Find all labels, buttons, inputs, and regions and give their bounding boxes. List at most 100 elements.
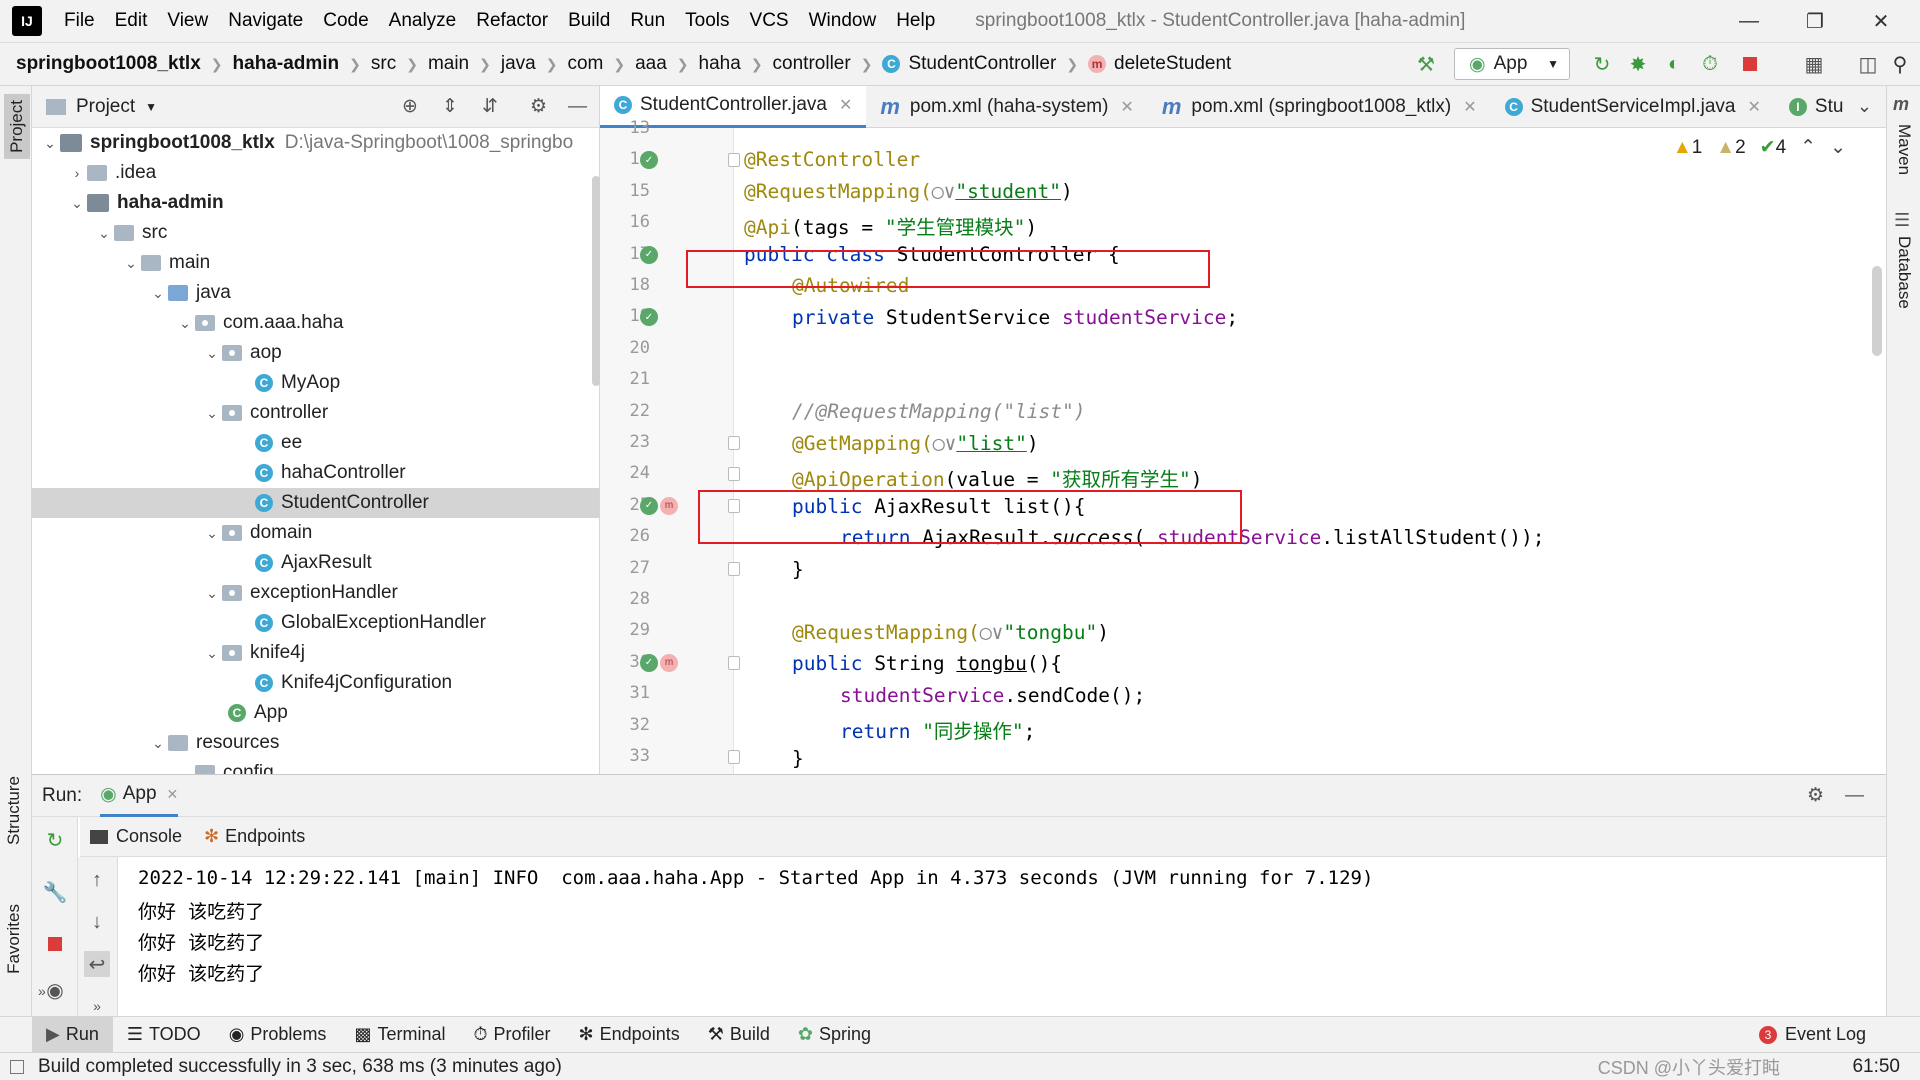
layout-icon[interactable]: ◫ bbox=[1854, 50, 1882, 78]
debug-icon[interactable]: ✸ bbox=[1624, 50, 1652, 78]
menu-tools[interactable]: Tools bbox=[675, 10, 739, 32]
chevron-down-icon[interactable]: ⌄ bbox=[175, 315, 195, 332]
crumb-haha[interactable]: haha bbox=[699, 53, 741, 75]
chevron-down-icon[interactable]: ⌄ bbox=[148, 285, 168, 302]
chevron-down-icon[interactable]: ⌄ bbox=[202, 345, 222, 362]
typo-count[interactable]: ✔4 bbox=[1760, 136, 1787, 159]
wrench-icon[interactable]: 🔧 bbox=[42, 879, 68, 905]
tool-tab-terminal[interactable]: ▩ Terminal bbox=[340, 1017, 459, 1053]
scroll-up-icon[interactable]: ↑ bbox=[84, 867, 110, 893]
chevron-down-icon[interactable]: ⌄ bbox=[148, 735, 168, 752]
tool-tab-todo[interactable]: ☰ TODO bbox=[113, 1017, 215, 1053]
crumb-project[interactable]: springboot1008_ktlx bbox=[16, 53, 201, 75]
menu-window[interactable]: Window bbox=[799, 10, 887, 32]
crumb-aaa[interactable]: aaa bbox=[635, 53, 667, 75]
profile-icon[interactable]: ⏱ bbox=[1696, 50, 1724, 78]
rerun-icon[interactable]: ↻ bbox=[42, 827, 68, 853]
tree-item[interactable]: ⌄ src bbox=[32, 218, 599, 248]
tree-item[interactable]: ⌄ com.aaa.haha bbox=[32, 308, 599, 338]
crumb-controller[interactable]: controller bbox=[773, 53, 851, 75]
crumb-main[interactable]: main bbox=[428, 53, 469, 75]
crumb-module[interactable]: haha-admin bbox=[233, 53, 340, 75]
tree-item[interactable]: ⌄ aop bbox=[32, 338, 599, 368]
tree-item[interactable]: C AjaxResult bbox=[32, 548, 599, 578]
editor-tab[interactable]: m pom.xml (springboot1008_ktlx) ✕ bbox=[1148, 86, 1491, 128]
menu-view[interactable]: View bbox=[157, 10, 218, 32]
menu-help[interactable]: Help bbox=[886, 10, 945, 32]
tab-list-chevron-icon[interactable]: ⌄ bbox=[1857, 96, 1872, 117]
close-tab-icon[interactable]: ✕ bbox=[1120, 97, 1133, 117]
close-tab-icon[interactable]: ✕ bbox=[1747, 97, 1760, 117]
restore-icon[interactable]: ❐ bbox=[1782, 0, 1848, 42]
close-tab-icon[interactable]: ✕ bbox=[1463, 97, 1476, 117]
gear-icon[interactable]: ⚙ bbox=[530, 95, 547, 118]
tool-tab-profiler[interactable]: ⏱ Profiler bbox=[459, 1017, 564, 1053]
menu-code[interactable]: Code bbox=[313, 10, 378, 32]
stop-icon[interactable] bbox=[1736, 50, 1764, 78]
close-tab-icon[interactable]: ✕ bbox=[839, 95, 852, 115]
tree-item[interactable]: ⌄ knife4j bbox=[32, 638, 599, 668]
tree-item[interactable]: › .idea bbox=[32, 158, 599, 188]
menu-analyze[interactable]: Analyze bbox=[379, 10, 467, 32]
tree-item[interactable]: ⌄ main bbox=[32, 248, 599, 278]
tool-tab-event-log[interactable]: 3 Event Log bbox=[1745, 1017, 1880, 1053]
editor-tab[interactable]: C StudentServiceImpl.java ✕ bbox=[1491, 86, 1775, 128]
status-toggle-icon[interactable] bbox=[10, 1059, 24, 1074]
menu-refactor[interactable]: Refactor bbox=[466, 10, 558, 32]
tool-tab-endpoints[interactable]: ✻ Endpoints bbox=[565, 1017, 694, 1053]
locate-icon[interactable]: ⊕ bbox=[402, 95, 418, 118]
crumb-java[interactable]: java bbox=[501, 53, 536, 75]
tool-tab-run[interactable]: ▶ Run bbox=[32, 1016, 113, 1053]
scroll-down-icon[interactable]: ↓ bbox=[84, 909, 110, 935]
tree-item[interactable]: C GlobalExceptionHandler bbox=[32, 608, 599, 638]
prev-highlight-icon[interactable]: ⌃ bbox=[1800, 136, 1816, 159]
tool-tab-build[interactable]: ⚒ Build bbox=[694, 1017, 784, 1053]
code-area[interactable]: @RestController @RequestMapping(◯∨"stude… bbox=[600, 128, 1886, 774]
crumb-method[interactable]: m deleteStudent bbox=[1088, 53, 1231, 75]
next-highlight-icon[interactable]: ⌄ bbox=[1830, 136, 1846, 159]
tree-item[interactable]: C StudentController bbox=[32, 488, 599, 518]
chevron-down-icon[interactable]: ⌄ bbox=[94, 225, 114, 242]
project-view-label[interactable]: Project bbox=[76, 96, 135, 118]
chevron-right-icon[interactable]: › bbox=[67, 165, 87, 181]
tree-item[interactable]: ⌄ java bbox=[32, 278, 599, 308]
search-icon[interactable]: ⚲ bbox=[1886, 50, 1914, 78]
chevron-down-icon[interactable]: ⌄ bbox=[202, 405, 222, 422]
tree-item[interactable]: ⌄ springboot1008_ktlx D:\java-Springboot\1… bbox=[32, 128, 599, 158]
run-tab-app[interactable]: ◉ App ✕ bbox=[100, 775, 179, 817]
chevron-down-icon[interactable]: ⌄ bbox=[40, 135, 60, 152]
gear-icon[interactable]: ⚙ bbox=[1807, 784, 1824, 807]
crumb-src[interactable]: src bbox=[371, 53, 396, 75]
weak-warning-count[interactable]: ▲2 bbox=[1716, 137, 1745, 159]
hide-panel-icon[interactable]: — bbox=[1845, 785, 1864, 807]
collapse-all-icon[interactable]: ⇵ bbox=[482, 95, 498, 118]
caret-position[interactable]: 61:50 bbox=[1852, 1056, 1900, 1078]
tree-item[interactable]: Cee bbox=[32, 428, 599, 458]
tree-item[interactable]: ⌄ resources bbox=[32, 728, 599, 758]
crumb-com[interactable]: com bbox=[567, 53, 603, 75]
hide-panel-icon[interactable]: — bbox=[568, 96, 587, 118]
tool-tab-problems[interactable]: ◉ Problems bbox=[215, 1017, 341, 1053]
sidebar-tab-maven[interactable]: Maven bbox=[1894, 124, 1914, 175]
minimize-icon[interactable]: — bbox=[1716, 0, 1782, 42]
sidebar-tab-project[interactable]: Project bbox=[4, 94, 30, 159]
chevron-down-icon[interactable]: ⌄ bbox=[202, 525, 222, 542]
editor-tab[interactable]: m pom.xml (haha-system) ✕ bbox=[866, 86, 1147, 128]
sidebar-tab-structure[interactable]: Structure bbox=[4, 776, 24, 845]
chevron-down-icon[interactable]: ⌄ bbox=[175, 765, 195, 775]
editor-scrollbar[interactable] bbox=[1872, 266, 1882, 356]
project-structure-icon[interactable]: ▦ bbox=[1800, 50, 1828, 78]
chevron-down-icon[interactable]: ⌄ bbox=[202, 645, 222, 662]
chevron-down-icon[interactable]: ⌄ bbox=[121, 255, 141, 272]
tree-item[interactable]: C App bbox=[32, 698, 599, 728]
more-icon[interactable]: » bbox=[38, 983, 46, 999]
menu-file[interactable]: File bbox=[54, 10, 105, 32]
tree-item[interactable]: C MyAop bbox=[32, 368, 599, 398]
editor-tab[interactable]: I Stu bbox=[1775, 86, 1858, 128]
menu-vcs[interactable]: VCS bbox=[740, 10, 799, 32]
subtab-endpoints[interactable]: ✻ Endpoints bbox=[204, 826, 305, 847]
tree-item[interactable]: C Knife4jConfiguration bbox=[32, 668, 599, 698]
chevron-down-icon[interactable]: ⌄ bbox=[67, 195, 87, 212]
build-hammer-icon[interactable]: ⚒ bbox=[1412, 50, 1440, 78]
subtab-console[interactable]: Console bbox=[90, 826, 182, 847]
